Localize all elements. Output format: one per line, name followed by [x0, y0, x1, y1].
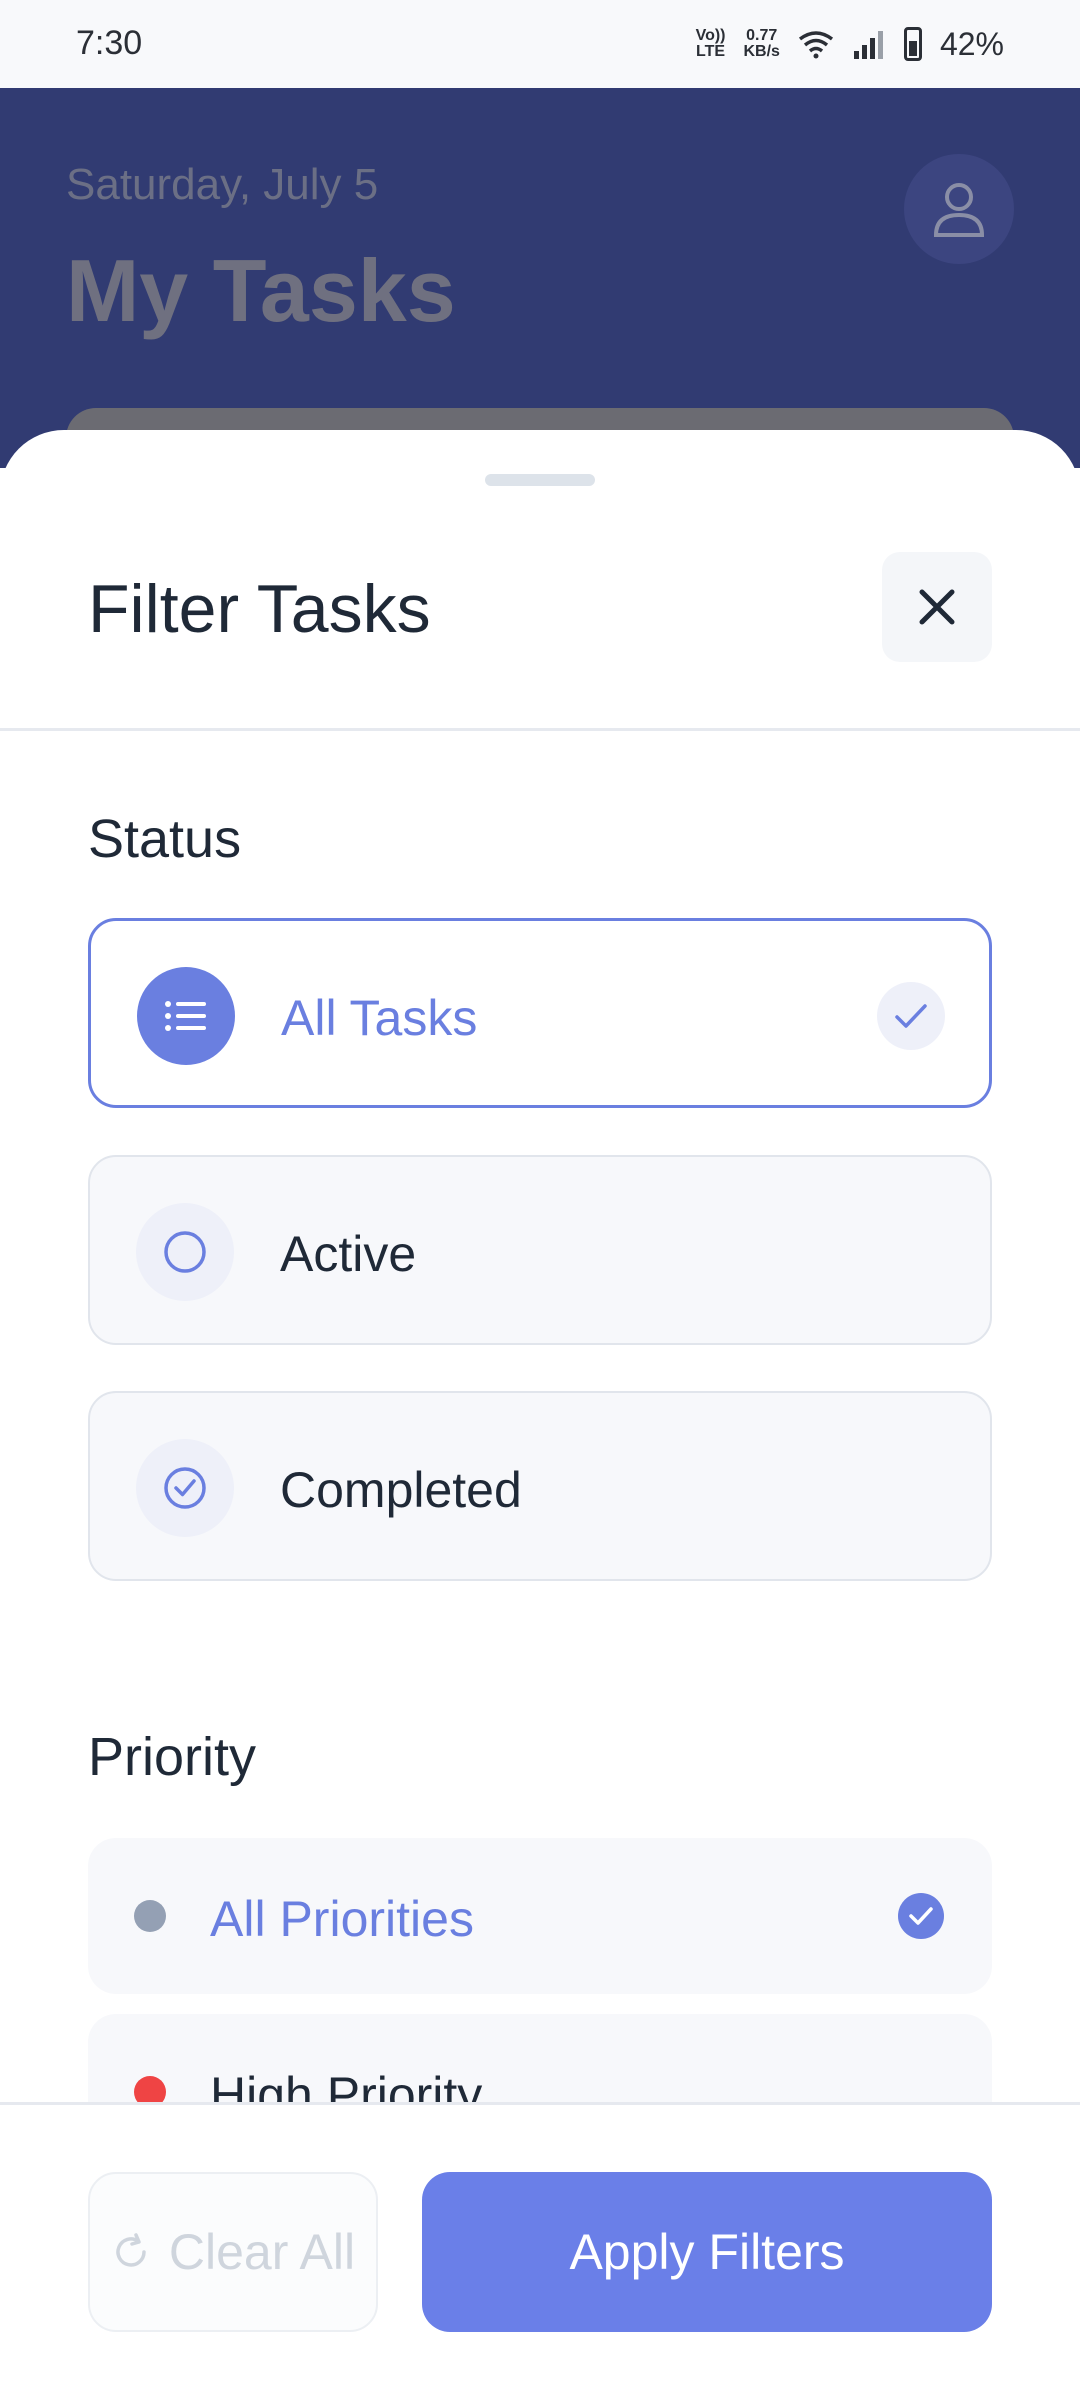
priority-option-label: All Priorities — [210, 1891, 474, 1947]
battery-percent: 42% — [939, 25, 1004, 62]
priority-section-label: Priority — [88, 1727, 257, 1787]
list-icon — [165, 1001, 206, 1031]
sheet-drag-handle[interactable] — [485, 474, 595, 486]
status-option-label: Active — [280, 1226, 417, 1282]
card-icon-wrap — [136, 1439, 234, 1537]
page-title: My Tasks — [66, 241, 456, 340]
priority-dot — [134, 1900, 166, 1932]
apply-filters-button[interactable]: Apply Filters — [422, 2172, 992, 2332]
card-icon-wrap — [137, 967, 235, 1065]
circle-icon — [164, 1231, 206, 1273]
card-icon-wrap — [136, 1203, 234, 1301]
check-circle-icon — [164, 1467, 206, 1509]
status-option-label: Completed — [280, 1462, 522, 1518]
refresh-icon — [116, 2233, 146, 2267]
volte-indicator: Vo)) LTE — [695, 27, 726, 60]
profile-button[interactable] — [904, 154, 1014, 264]
status-section-label: Status — [88, 809, 242, 869]
checkmark-icon — [895, 1004, 927, 1028]
clear-all-label: Clear All — [168, 2224, 356, 2280]
status-option-completed[interactable]: Completed — [88, 1391, 992, 1581]
priority-option-high[interactable]: High Priority — [88, 2014, 992, 2102]
status-option-all-tasks[interactable]: All Tasks — [88, 918, 992, 1108]
selected-check — [877, 982, 945, 1050]
checkmark-icon — [909, 1907, 933, 1925]
network-speed: 0.77 KB/s — [743, 27, 780, 60]
close-icon — [919, 589, 955, 625]
header-date: Saturday, July 5 — [66, 160, 379, 209]
status-option-label: All Tasks — [281, 990, 478, 1046]
close-button[interactable] — [882, 552, 992, 662]
status-option-active[interactable]: Active — [88, 1155, 992, 1345]
status-icons: Vo)) LTE 0.77 KB/s 42% — [696, 18, 1004, 70]
apply-filters-label: Apply Filters — [569, 2224, 845, 2280]
battery-icon — [903, 27, 922, 61]
clear-all-button[interactable]: Clear All — [88, 2172, 378, 2332]
sheet-divider — [0, 728, 1080, 731]
priority-option-label: High Priority — [210, 2067, 483, 2102]
sheet-title: Filter Tasks — [88, 571, 431, 647]
selected-check — [898, 1893, 944, 1939]
priority-option-all[interactable]: All Priorities — [88, 1838, 992, 1994]
user-icon — [933, 183, 985, 237]
status-bar: 7:30 Vo)) LTE 0.77 KB/s 42% — [0, 0, 1080, 88]
priority-dot — [134, 2076, 166, 2102]
signal-icon — [853, 31, 883, 59]
wifi-icon — [798, 31, 834, 59]
status-time: 7:30 — [76, 24, 143, 62]
